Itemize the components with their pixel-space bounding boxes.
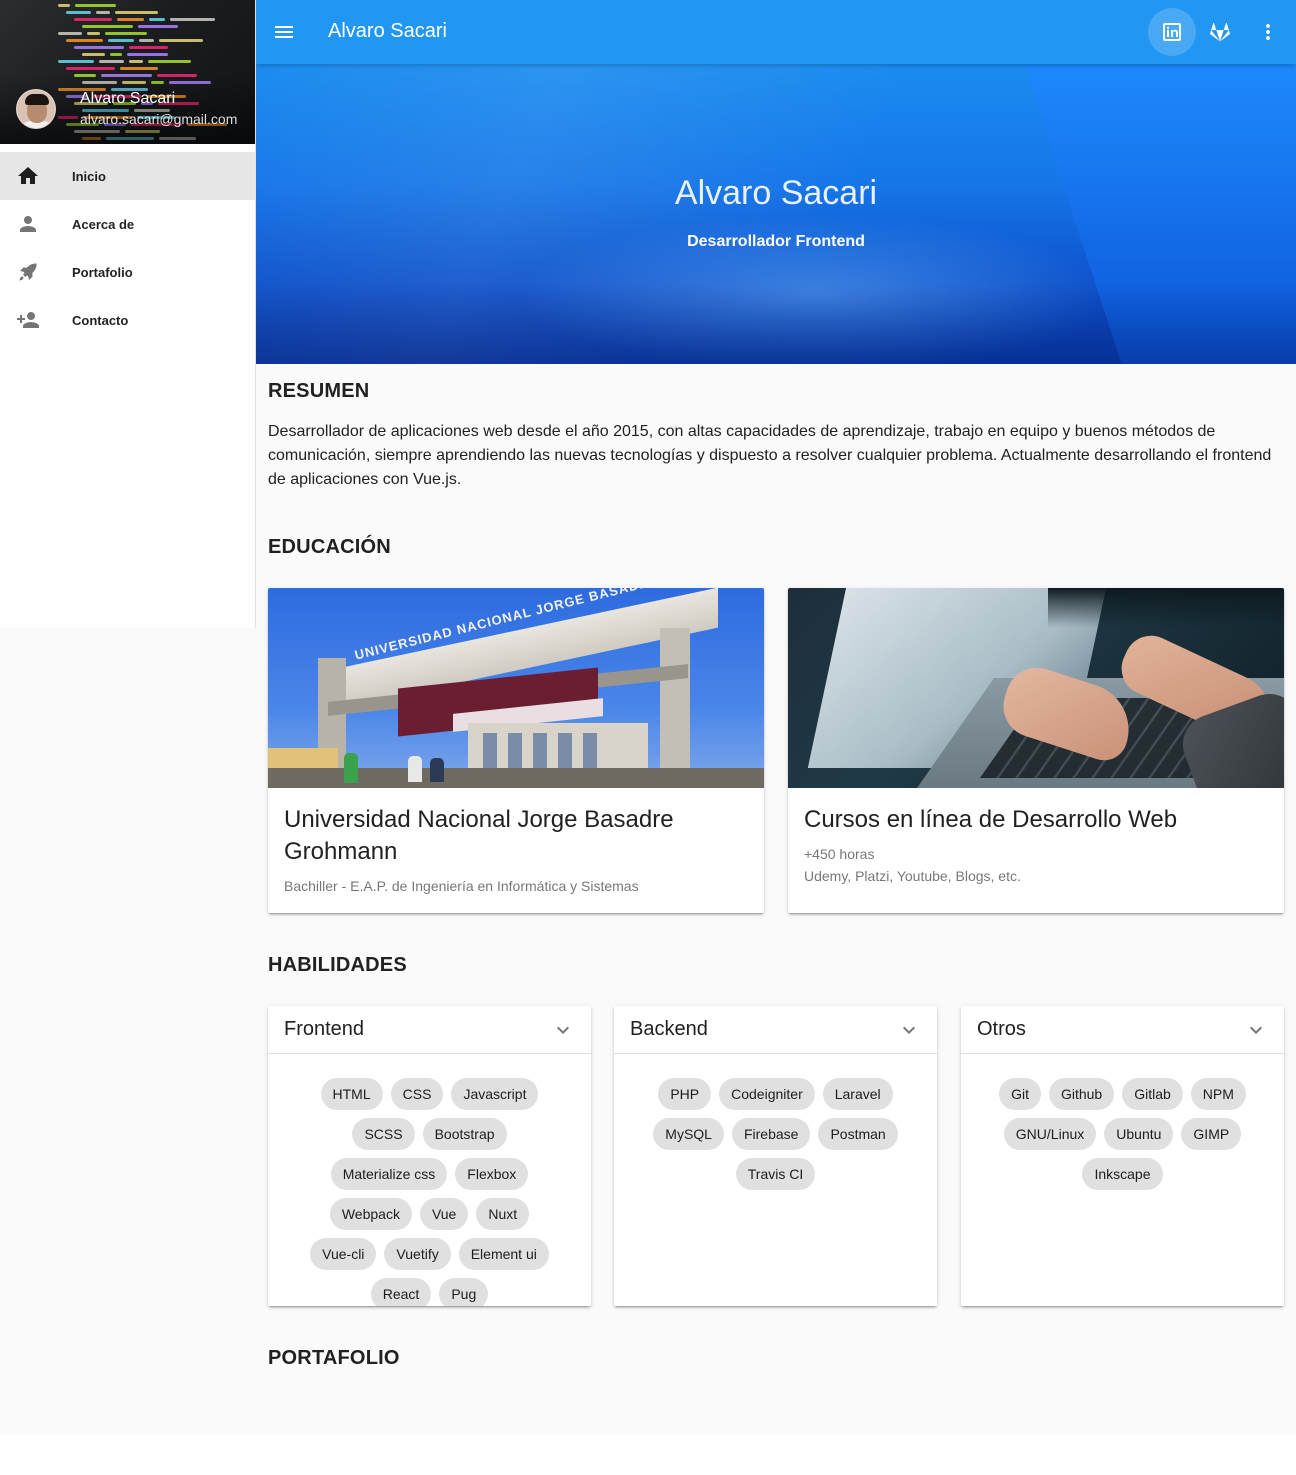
drawer-user-name: Alvaro Sacari: [80, 90, 176, 107]
nav-item-portafolio[interactable]: Portafolio: [0, 248, 255, 296]
menu-button[interactable]: [260, 8, 308, 56]
gitlab-icon: [1209, 22, 1231, 42]
skills-expander-header[interactable]: Otros: [961, 1006, 1284, 1054]
navigation-drawer: Alvaro Sacari alvaro.sacari@gmail.com In…: [0, 0, 256, 628]
skills-card-backend: Backend PHP Codeigniter Laravel MySQL Fireba…: [614, 1006, 937, 1306]
skill-chip: Gitlab: [1122, 1078, 1183, 1110]
skill-chip: React: [370, 1278, 432, 1306]
skill-chip: Ubuntu: [1104, 1118, 1174, 1150]
skill-chip: Element ui: [458, 1238, 549, 1270]
home-icon: [16, 164, 40, 188]
skill-chip: Firebase: [731, 1118, 811, 1150]
hero-banner: Alvaro Sacari Desarrollador Frontend: [256, 64, 1296, 364]
chevron-down-icon: [557, 1026, 569, 1034]
skill-chip: Webpack: [329, 1198, 412, 1230]
skill-chip: Materialize css: [330, 1158, 448, 1190]
nav-label: Inicio: [72, 168, 106, 184]
nav-item-acerca-de[interactable]: Acerca de: [0, 200, 255, 248]
toolbar-title: Alvaro Sacari: [328, 20, 447, 42]
skill-chip: Bootstrap: [422, 1118, 507, 1150]
skills-heading: HABILIDADES: [268, 954, 407, 976]
skill-chip: Nuxt: [476, 1198, 530, 1230]
skill-chip: GIMP: [1181, 1118, 1242, 1150]
skills-expander-header[interactable]: Backend: [614, 1006, 937, 1054]
skills-group-title: Frontend: [284, 1018, 365, 1040]
summary-heading: RESUMEN: [268, 380, 370, 402]
skill-chip: CSS: [390, 1078, 444, 1110]
education-detail: Bachiller - E.A.P. de Ingeniería en Info…: [284, 878, 639, 894]
skills-expander-header[interactable]: Frontend: [268, 1006, 591, 1054]
skills-group-title: Backend: [630, 1018, 708, 1040]
skill-chip: Flexbox: [455, 1158, 529, 1190]
skill-chip: Travis CI: [735, 1158, 816, 1190]
skill-chip: Github: [1048, 1078, 1115, 1110]
skill-chip: GNU/Linux: [1003, 1118, 1097, 1150]
nav-label: Acerca de: [72, 216, 135, 232]
nav-item-inicio[interactable]: Inicio: [0, 152, 255, 200]
skill-chip: Laravel: [822, 1078, 893, 1110]
rocket-icon: [16, 260, 40, 284]
hero-bottom-band: [256, 284, 1296, 364]
skill-chip: NPM: [1190, 1078, 1246, 1110]
drawer-user-email: alvaro.sacari@gmail.com: [80, 111, 238, 127]
nav-label: Contacto: [72, 312, 129, 328]
education-heading: EDUCACIÓN: [268, 536, 391, 558]
skill-chip: Vue-cli: [310, 1238, 377, 1270]
skills-chip-list: PHP Codeigniter Laravel MySQL Firebase Postma…: [614, 1054, 937, 1190]
person-icon: [16, 212, 40, 236]
drawer-header: Alvaro Sacari alvaro.sacari@gmail.com: [0, 0, 255, 144]
skills-group-title: Otros: [977, 1018, 1026, 1040]
education-detail: +450 horas: [804, 846, 875, 862]
app-toolbar: Alvaro Sacari: [256, 0, 1296, 64]
skill-chip: MySQL: [653, 1118, 724, 1150]
menu-icon: [275, 26, 293, 38]
education-card-university: UNIVERSIDAD NACIONAL JORGE BASADRE GROHM…: [268, 588, 764, 913]
chevron-down-icon: [1250, 1026, 1262, 1034]
university-photo: UNIVERSIDAD NACIONAL JORGE BASADRE GROHM…: [268, 588, 764, 788]
skill-chip: SCSS: [352, 1118, 415, 1150]
nav-label: Portafolio: [72, 264, 133, 280]
skill-chip: Vuetify: [384, 1238, 451, 1270]
skill-chip: PHP: [658, 1078, 712, 1110]
hero-title: Alvaro Sacari: [674, 174, 878, 212]
skills-chip-list: HTML CSS Javascript SCSS Bootstrap Materializ…: [268, 1054, 591, 1306]
portfolio-heading: PORTAFOLIO: [268, 1347, 400, 1369]
skill-chip: Vue: [419, 1198, 469, 1230]
more-vert-icon: [1266, 24, 1270, 40]
summary-text: Desarrollador de aplicaciones web desde …: [268, 423, 1272, 488]
education-detail: Udemy, Platzi, Youtube, Blogs, etc.: [804, 868, 1021, 884]
more-button[interactable]: [1244, 8, 1292, 56]
skill-chip: Postman: [818, 1118, 898, 1150]
hero-subtitle: Desarrollador Frontend: [687, 233, 865, 250]
nav-item-contacto[interactable]: Contacto: [0, 296, 255, 344]
skill-chip: Inkscape: [1082, 1158, 1163, 1190]
gitlab-button[interactable]: [1196, 8, 1244, 56]
skill-chip: Codeigniter: [719, 1078, 815, 1110]
education-title: Cursos en línea de Desarrollo Web: [804, 806, 1178, 833]
skill-chip: Javascript: [451, 1078, 539, 1110]
skill-chip: Git: [999, 1078, 1041, 1110]
skills-card-otros: Otros Git Github Gitlab NPM GNU/Linux Ubuntu G…: [961, 1006, 1284, 1306]
laptop-typing-photo: [788, 588, 1284, 788]
linkedin-button[interactable]: [1148, 8, 1196, 56]
linkedin-icon: [1163, 23, 1181, 41]
education-title: Universidad Nacional Jorge Basadre Grohm…: [284, 806, 674, 865]
skill-chip: HTML: [320, 1078, 383, 1110]
skills-chip-list: Git Github Gitlab NPM GNU/Linux Ubuntu GIMP Ink…: [961, 1054, 1284, 1190]
person-add-icon: [16, 308, 40, 332]
avatar[interactable]: [16, 89, 56, 129]
skills-card-frontend: Frontend HTML CSS Javascript SCSS Bootstrap M…: [268, 1006, 591, 1306]
chevron-down-icon: [903, 1026, 915, 1034]
skill-chip: Pug: [439, 1278, 489, 1306]
education-card-online-courses: Cursos en línea de Desarrollo Web +450 h…: [788, 588, 1284, 913]
drawer-nav-list: Inicio Acerca de Portafolio Contacto: [0, 144, 255, 344]
